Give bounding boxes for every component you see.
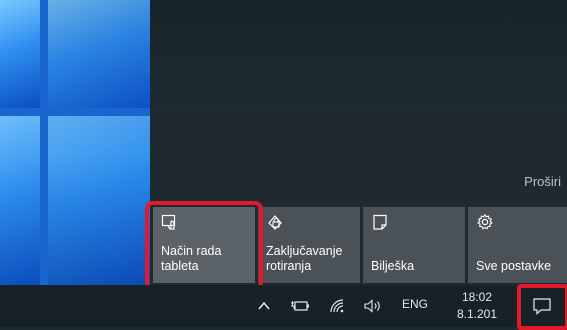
- rotation-lock-tile[interactable]: Zaključavanje rotiranja: [258, 207, 360, 283]
- clock[interactable]: 18:02 8.1.201: [450, 289, 504, 323]
- notifications-area: [150, 0, 567, 110]
- expand-link[interactable]: Proširi: [524, 174, 561, 189]
- language-indicator[interactable]: ENG: [402, 297, 428, 311]
- rotation-lock-label: Zaključavanje rotiranja: [266, 244, 343, 273]
- desktop-wallpaper: [0, 0, 150, 285]
- note-label: Bilješka: [371, 259, 415, 273]
- gear-icon: [477, 213, 493, 230]
- notification-icon: [533, 298, 551, 315]
- action-center-button[interactable]: [518, 285, 567, 327]
- note-icon: [373, 214, 387, 230]
- tablet-mode-label: Način rada tableta: [161, 244, 222, 273]
- battery-icon[interactable]: [290, 296, 310, 316]
- clock-date: 8.1.201: [456, 307, 498, 321]
- all-settings-label: Sve postavke: [476, 259, 552, 273]
- taskbar: ENG 18:02 8.1.201: [0, 285, 567, 327]
- tablet-mode-icon: [161, 214, 176, 230]
- rotation-lock-icon: [268, 215, 282, 230]
- all-settings-tile[interactable]: Sve postavke: [468, 207, 567, 283]
- chevron-up-icon[interactable]: [254, 296, 274, 316]
- clock-time: 18:02: [461, 290, 493, 304]
- note-tile[interactable]: Bilješka: [363, 207, 465, 283]
- volume-icon[interactable]: [363, 296, 383, 316]
- wifi-icon[interactable]: [328, 296, 348, 316]
- tablet-mode-tile[interactable]: Način rada tableta: [153, 207, 255, 283]
